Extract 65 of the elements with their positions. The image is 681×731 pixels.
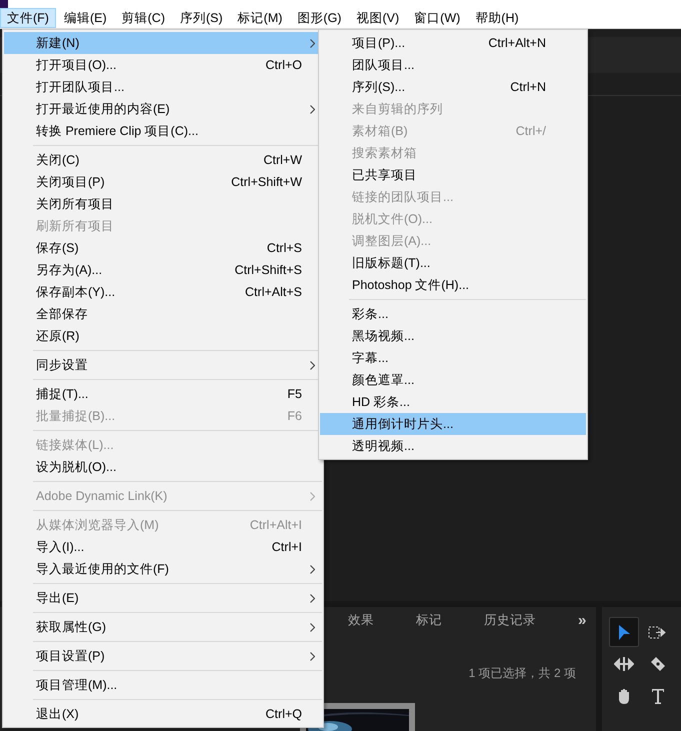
panel-tab[interactable]: 效果 — [348, 612, 374, 628]
menu-item[interactable]: 打开项目(O)... Ctrl+O — [4, 54, 322, 76]
menu-item[interactable]: 另存为(A)... Ctrl+Shift+S — [4, 259, 322, 281]
menu-item[interactable]: 关闭(C) Ctrl+W — [4, 149, 322, 171]
menu-item[interactable]: 同步设置 — [4, 354, 322, 376]
menu-item[interactable]: 捕捉(T)... F5 — [4, 383, 322, 405]
chevron-right-icon — [310, 594, 314, 602]
menu-item[interactable]: 彩条... — [320, 303, 586, 325]
panel-tab[interactable]: 历史记录 — [484, 612, 536, 628]
menu-bar-item[interactable]: 视图(V) — [349, 8, 406, 28]
menu-item[interactable]: 导入(I)... Ctrl+I — [4, 536, 322, 558]
menu-item[interactable]: 项目管理(M)... — [4, 674, 322, 696]
chevron-right-icon — [310, 652, 314, 660]
menu-item[interactable]: 通用倒计时片头... — [320, 413, 586, 435]
menu-item[interactable]: 打开最近使用的内容(E) — [4, 98, 322, 120]
menu-item[interactable]: 透明视频... — [320, 435, 586, 457]
menu-bar-item[interactable]: 帮助(H) — [468, 8, 526, 28]
razor-icon — [650, 656, 666, 672]
chevron-right-icon — [310, 492, 314, 500]
overflow-button[interactable]: » — [578, 612, 586, 628]
menu-item[interactable]: 获取属性(G) — [4, 616, 322, 638]
menu-item[interactable]: 导出(E) — [4, 587, 322, 609]
menu-item[interactable]: 全部保存 — [4, 303, 322, 325]
selection-status: 1 项已选择，共 2 项 — [468, 665, 577, 682]
menu-item[interactable]: 项目设置(P) — [4, 645, 322, 667]
app-icon — [0, 0, 8, 8]
chevron-right-icon — [310, 104, 314, 114]
menu-item[interactable]: 关闭所有项目 — [4, 193, 322, 215]
menu-bar-item[interactable]: 序列(S) — [173, 8, 230, 28]
chevron-right-icon — [310, 38, 314, 48]
menu-bar-item[interactable]: 文件(F) — [0, 8, 56, 28]
chevron-right-icon — [310, 360, 314, 370]
menu-item[interactable]: 已共享项目 — [320, 164, 586, 186]
menu-item[interactable]: 打开团队项目... — [4, 76, 322, 98]
ripple-edit-icon — [614, 657, 634, 671]
menu-item[interactable]: 导入最近使用的文件(F) — [4, 558, 322, 580]
menu-item[interactable]: 设为脱机(O)... — [4, 456, 322, 478]
menu-item[interactable]: 旧版标题(T)... — [320, 252, 586, 274]
menu-bar-item[interactable]: 编辑(E) — [56, 8, 114, 28]
chevron-right-icon — [310, 564, 314, 574]
menu-item[interactable]: 字幕... — [320, 347, 586, 369]
menu-item[interactable]: 颜色遮罩... — [320, 369, 586, 391]
menu-bar-item[interactable]: 标记(M) — [230, 8, 290, 28]
dashed-arrow-icon — [648, 626, 668, 638]
selection-tool[interactable] — [609, 617, 639, 647]
menu-item[interactable]: 转换 Premiere Clip 项目(C)... — [4, 120, 322, 142]
menu-item[interactable]: 序列(S)... Ctrl+N — [320, 76, 586, 98]
menu-item[interactable]: 还原(R) — [4, 325, 322, 347]
menu-bar-item[interactable]: 图形(G) — [290, 8, 348, 28]
menu-item[interactable]: 团队项目... — [320, 54, 586, 76]
panel-tab[interactable]: 标记 — [416, 612, 442, 628]
menu-item[interactable]: 退出(X) Ctrl+Q — [4, 703, 322, 725]
menu-item[interactable]: 保存(S) Ctrl+S — [4, 237, 322, 259]
menu-bar-item[interactable]: 剪辑(C) — [114, 8, 172, 28]
text-tool-icon — [651, 688, 665, 704]
menu-item[interactable]: 项目(P)... Ctrl+Alt+N — [320, 32, 586, 54]
chevron-right-icon — [310, 622, 314, 632]
menu-bar-item[interactable]: 窗口(W) — [407, 8, 468, 28]
menu-item[interactable]: 黑场视频... — [320, 325, 586, 347]
hand-icon — [617, 688, 631, 704]
menu-item[interactable]: HD 彩条... — [320, 391, 586, 413]
menu-item[interactable]: 关闭项目(P) Ctrl+Shift+W — [4, 171, 322, 193]
menu-item[interactable]: Photoshop 文件(H)... — [320, 274, 586, 296]
arrow-pointer-icon — [618, 624, 630, 640]
menu-item[interactable]: 保存副本(Y)... Ctrl+Alt+S — [4, 281, 322, 303]
